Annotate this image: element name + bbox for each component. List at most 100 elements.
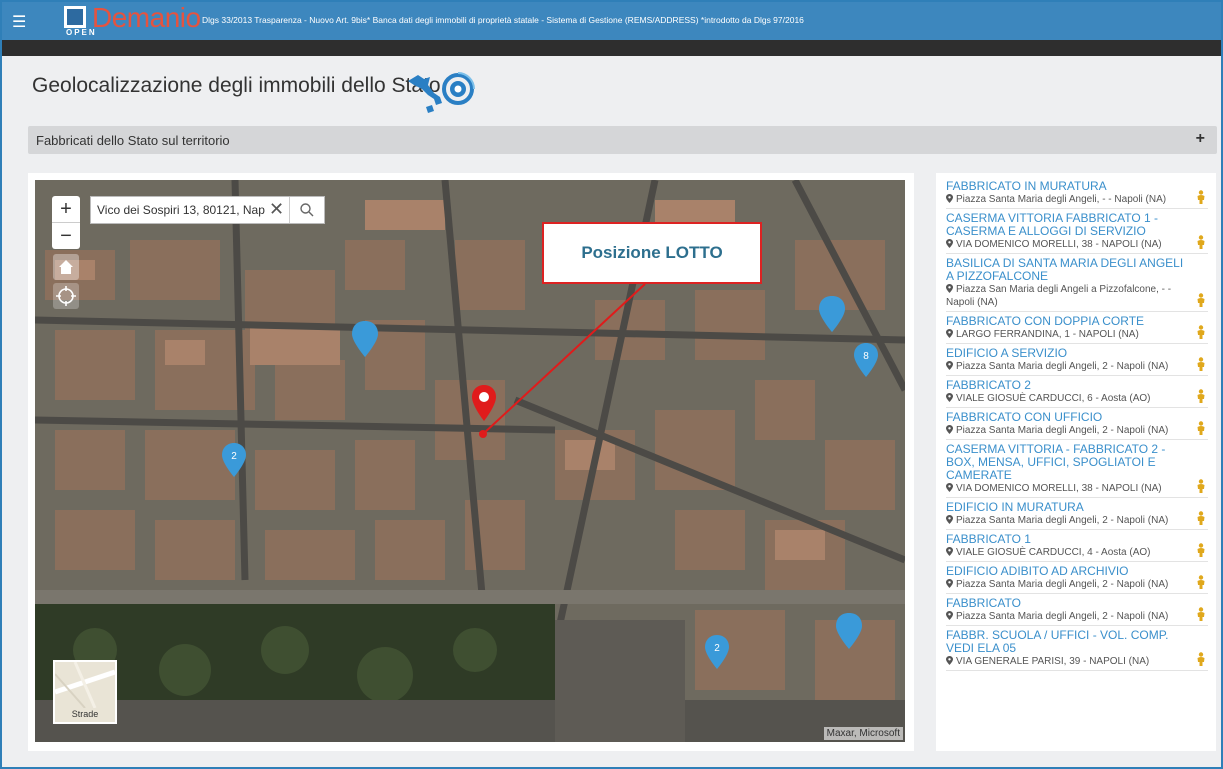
property-address-text: Piazza Santa Maria degli Angeli, 2 - Nap…	[956, 579, 1169, 590]
property-address: VIALE GIOSUÈ CARDUCCI, 6 - Aosta (AO)	[946, 392, 1188, 405]
street-view-person-icon[interactable]	[1196, 479, 1206, 493]
list-item[interactable]: BASILICA DI SANTA MARIA DEGLI ANGELI A P…	[946, 257, 1208, 312]
map-view[interactable]: 2 8 2 Posizione LOTTO + − ✕	[35, 180, 905, 742]
property-address: Piazza Santa Maria degli Angeli, 2 - Nap…	[946, 424, 1188, 437]
list-item[interactable]: EDIFICIO A SERVIZIO Piazza Santa Maria de…	[946, 347, 1208, 376]
demanio-logo[interactable]: Demanio OPEN	[62, 2, 201, 37]
property-title-link[interactable]: FABBRICATO IN MURATURA	[946, 180, 1188, 193]
location-pin-icon	[946, 393, 953, 402]
map-cluster-marker[interactable]: 2	[704, 634, 730, 670]
location-pin-icon	[946, 611, 953, 620]
property-title-link[interactable]: FABBRICATO CON DOPPIA CORTE	[946, 315, 1188, 328]
property-title-link[interactable]: CASERMA VITTORIA FABBRICATO 1 - CASERMA …	[946, 212, 1188, 238]
property-title-link[interactable]: FABBRICATO	[946, 597, 1188, 610]
property-title-link[interactable]: EDIFICIO A SERVIZIO	[946, 347, 1188, 360]
property-address-text: VIA DOMENICO MORELLI, 38 - NAPOLI (NA)	[956, 239, 1162, 250]
property-title-link[interactable]: EDIFICIO ADIBITO AD ARCHIVIO	[946, 565, 1188, 578]
street-view-person-icon[interactable]	[1196, 293, 1206, 307]
location-pin-icon	[946, 425, 953, 434]
location-pin-icon	[946, 361, 953, 370]
property-address: VIA DOMENICO MORELLI, 38 - NAPOLI (NA)	[946, 238, 1188, 251]
home-button[interactable]	[53, 254, 79, 280]
street-view-person-icon[interactable]	[1196, 357, 1206, 371]
search-icon[interactable]	[299, 202, 315, 218]
list-item[interactable]: FABBRICATO CON DOPPIA CORTE LARGO FERRAND…	[946, 315, 1208, 344]
italy-realtime-logo	[408, 72, 475, 113]
property-address: Piazza Santa Maria degli Angeli, 2 - Nap…	[946, 578, 1188, 591]
location-pin-icon	[946, 547, 953, 556]
basemap-toggle[interactable]: Strade	[53, 660, 117, 724]
property-address: VIALE GIOSUÈ CARDUCCI, 4 - Aosta (AO)	[946, 546, 1188, 559]
property-title-link[interactable]: FABBRICATO 2	[946, 379, 1188, 392]
clear-icon[interactable]: ✕	[269, 199, 284, 220]
search-divider	[289, 197, 290, 223]
cluster-count: 2	[231, 451, 237, 462]
hamburger-icon[interactable]: ☰	[12, 12, 26, 31]
street-view-person-icon[interactable]	[1196, 543, 1206, 557]
list-item[interactable]: CASERMA VITTORIA FABBRICATO 1 - CASERMA …	[946, 212, 1208, 254]
basemap-label: Strade	[71, 709, 99, 719]
location-pin-icon	[946, 284, 953, 293]
list-item[interactable]: FABBR. SCUOLA / UFFICI - VOL. COMP. VEDI…	[946, 629, 1208, 671]
list-item[interactable]: FABBRICATO 2 VIALE GIOSUÈ CARDUCCI, 6 - A…	[946, 379, 1208, 408]
property-address: VIA GENERALE PARISI, 39 - NAPOLI (NA)	[946, 655, 1188, 668]
logo-brand: Demanio	[92, 2, 201, 33]
property-title-link[interactable]: FABBRICATO 1	[946, 533, 1188, 546]
street-view-person-icon[interactable]	[1196, 421, 1206, 435]
location-pin-icon	[946, 656, 953, 665]
property-address: Piazza San Maria degli Angeli a Pizzofal…	[946, 283, 1188, 309]
property-address-text: LARGO FERRANDINA, 1 - NAPOLI (NA)	[956, 329, 1139, 340]
map-marker-icon[interactable]	[818, 295, 846, 333]
street-view-person-icon[interactable]	[1196, 575, 1206, 589]
list-item[interactable]: FABBRICATO IN MURATURA Piazza Santa Maria…	[946, 180, 1208, 209]
header-description: Dlgs 33/2013 Trasparenza - Nuovo Art. 9b…	[202, 15, 804, 25]
logo-sub: OPEN	[66, 28, 97, 37]
address-search: ✕	[90, 196, 325, 224]
locate-button[interactable]	[53, 283, 79, 309]
property-address-text: Piazza Santa Maria degli Angeli, - - Nap…	[956, 194, 1167, 205]
property-title-link[interactable]: EDIFICIO IN MURATURA	[946, 501, 1188, 514]
property-address-text: VIA GENERALE PARISI, 39 - NAPOLI (NA)	[956, 656, 1150, 667]
locate-icon	[56, 286, 76, 306]
street-view-person-icon[interactable]	[1196, 325, 1206, 339]
lotto-marker-icon[interactable]	[471, 384, 497, 422]
location-pin-icon	[946, 194, 953, 203]
property-title-link[interactable]: BASILICA DI SANTA MARIA DEGLI ANGELI A P…	[946, 257, 1188, 283]
list-item[interactable]: CASERMA VITTORIA - FABBRICATO 2 - BOX, M…	[946, 443, 1208, 498]
street-view-person-icon[interactable]	[1196, 235, 1206, 249]
expand-icon[interactable]: +	[1196, 130, 1205, 148]
street-view-person-icon[interactable]	[1196, 389, 1206, 403]
list-item[interactable]: FABBRICATO CON UFFICIO Piazza Santa Maria…	[946, 411, 1208, 440]
list-item[interactable]: FABBRICATO 1 VIALE GIOSUÈ CARDUCCI, 4 - A…	[946, 533, 1208, 562]
zoom-out-button[interactable]: −	[52, 222, 80, 249]
page-title: Geolocalizzazione degli immobili dello S…	[32, 74, 441, 97]
property-address-text: Piazza Santa Maria degli Angeli, 2 - Nap…	[956, 515, 1169, 526]
property-address: Piazza Santa Maria degli Angeli, - - Nap…	[946, 193, 1188, 206]
list-item[interactable]: EDIFICIO ADIBITO AD ARCHIVIO Piazza Santa…	[946, 565, 1208, 594]
location-pin-icon	[946, 579, 953, 588]
street-view-person-icon[interactable]	[1196, 607, 1206, 621]
street-view-person-icon[interactable]	[1196, 652, 1206, 666]
map-cluster-marker[interactable]: 2	[221, 442, 247, 478]
map-marker-icon[interactable]	[835, 612, 863, 650]
property-title-link[interactable]: FABBR. SCUOLA / UFFICI - VOL. COMP. VEDI…	[946, 629, 1188, 655]
map-cluster-marker[interactable]: 8	[853, 342, 879, 378]
property-list: FABBRICATO IN MURATURA Piazza Santa Maria…	[946, 180, 1208, 674]
location-pin-icon	[946, 515, 953, 524]
section-header[interactable]: Fabbricati dello Stato sul territorio +	[28, 126, 1217, 154]
secondary-bar	[2, 40, 1221, 56]
street-view-person-icon[interactable]	[1196, 190, 1206, 204]
property-address-text: Piazza Santa Maria degli Angeli, 2 - Nap…	[956, 425, 1169, 436]
zoom-control: + −	[52, 196, 80, 249]
map-marker-icon[interactable]	[351, 320, 379, 358]
list-item[interactable]: EDIFICIO IN MURATURA Piazza Santa Maria d…	[946, 501, 1208, 530]
property-title-link[interactable]: CASERMA VITTORIA - FABBRICATO 2 - BOX, M…	[946, 443, 1188, 482]
address-search-input[interactable]	[97, 201, 265, 219]
property-address-text: Piazza Santa Maria degli Angeli, 2 - Nap…	[956, 611, 1169, 622]
cluster-count: 2	[714, 643, 720, 654]
street-map-thumbnail	[54, 661, 116, 709]
list-item[interactable]: FABBRICATO Piazza Santa Maria degli Angel…	[946, 597, 1208, 626]
street-view-person-icon[interactable]	[1196, 511, 1206, 525]
zoom-in-button[interactable]: +	[52, 196, 80, 222]
property-title-link[interactable]: FABBRICATO CON UFFICIO	[946, 411, 1188, 424]
